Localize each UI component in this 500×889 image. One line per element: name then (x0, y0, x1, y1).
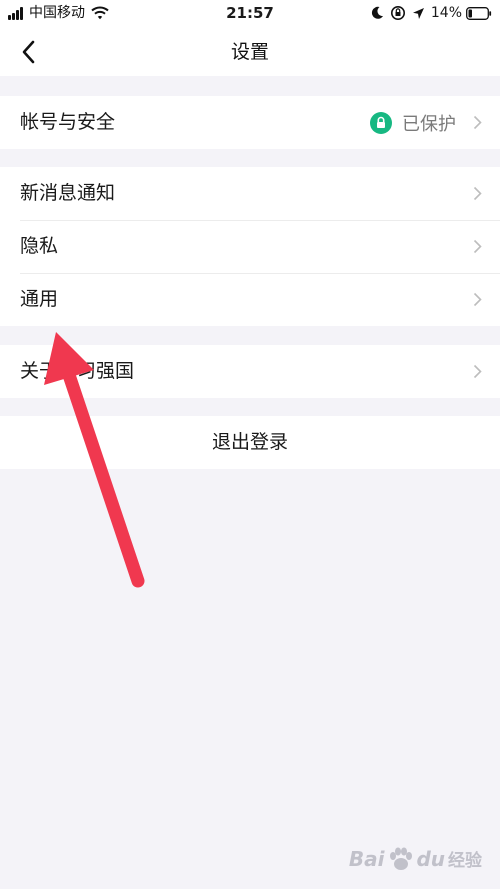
location-icon (412, 7, 424, 19)
watermark-text: 经验 (448, 851, 482, 871)
watermark-text: du (416, 846, 445, 871)
account-security-label: 帐号与安全 (20, 111, 116, 133)
settings-item-label: 隐私 (20, 235, 59, 257)
settings-item-about[interactable]: 关于学习强国 (0, 345, 500, 398)
chevron-right-icon (473, 239, 482, 254)
battery-percent: 14% (430, 5, 462, 21)
moon-icon (371, 6, 383, 19)
about-group: 关于学习强国 (0, 345, 500, 398)
account-group: 帐号与安全 已保护 (0, 96, 500, 149)
nav-bar: 设置 (0, 28, 500, 76)
settings-item-general[interactable]: 通用 (0, 273, 500, 326)
settings-item-notifications[interactable]: 新消息通知 (0, 167, 500, 220)
paw-icon (390, 847, 413, 870)
logout-button[interactable]: 退出登录 (0, 416, 500, 469)
watermark-text: Bai (348, 846, 385, 871)
chevron-right-icon (473, 292, 482, 307)
about-label: 关于学习强国 (20, 360, 135, 382)
settings-item-label: 通用 (20, 288, 59, 310)
page-title: 设置 (230, 41, 269, 63)
chevron-right-icon (473, 186, 482, 201)
protect-status: 已保护 (402, 113, 456, 135)
lock-icon (370, 111, 392, 134)
status-bar: 中国移动 21:57 14% (0, 0, 500, 28)
orientation-lock-icon (390, 6, 405, 20)
settings-item-privacy[interactable]: 隐私 (0, 220, 500, 273)
status-right: 14% (364, 3, 492, 23)
protect-status-wrap: 已保护 (370, 96, 456, 149)
chevron-right-icon (473, 115, 482, 130)
settings-group: 新消息通知 隐私 通用 (0, 167, 500, 326)
battery-icon (466, 6, 492, 20)
settings-item-label: 新消息通知 (20, 182, 116, 204)
account-security-row[interactable]: 帐号与安全 已保护 (0, 96, 500, 149)
watermark: Bai du 经验 (348, 846, 482, 872)
chevron-right-icon (473, 364, 482, 379)
